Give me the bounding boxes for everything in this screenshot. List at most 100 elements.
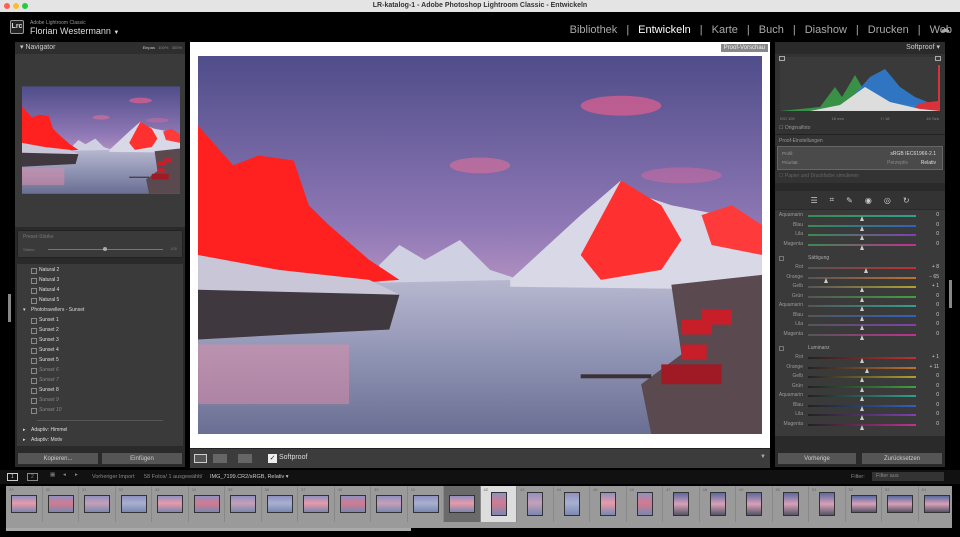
filmstrip-thumbnail[interactable]: 29 [6,486,43,522]
slider-track[interactable] [808,234,916,240]
slider-track[interactable] [808,224,916,231]
shadow-clipping-icon[interactable] [779,56,785,61]
module-karte[interactable]: Karte [712,24,738,36]
copy-button[interactable]: Kopieren... [17,452,99,465]
filmstrip-thumbnail[interactable]: 46 [627,486,663,522]
filmstrip-thumbnail[interactable]: 45 [590,486,627,522]
preset-item[interactable]: Sunset 3 [17,335,183,345]
module-drucken[interactable]: Drucken [868,24,909,36]
preset-item[interactable]: Sunset 4 [17,345,183,355]
luminance-section[interactable]: Luminanz [775,343,945,353]
preset-item[interactable]: Sunset 7 [17,375,183,385]
filmstrip-thumbnail[interactable]: 51 [809,486,846,522]
slider-magenta[interactable]: Magenta 0 [775,240,945,250]
saturation-section[interactable]: Sättigung [775,253,945,263]
preset-item[interactable]: Sunset 1 [17,315,183,325]
right-panel-scrollbar[interactable] [949,280,952,308]
preset-item[interactable]: Sunset 5 [17,355,183,365]
highlight-clipping-icon[interactable] [935,56,941,61]
filmstrip-thumbnail[interactable]: 47 [663,486,700,522]
profile-select[interactable]: sRGB IEC61966-2.1 [890,151,936,157]
reset-icon[interactable]: ↻ [903,196,910,205]
slider-track[interactable] [808,324,916,330]
slider-track[interactable] [808,414,916,420]
slider-rot[interactable]: Rot + 1 [775,353,945,363]
slider-value[interactable]: 0 [936,331,939,337]
filmstrip-thumbnail[interactable]: 50 [773,486,809,522]
slider-track[interactable] [808,295,916,302]
filmstrip-thumbnail[interactable]: 42 [480,486,517,522]
simulate-paper-checkbox[interactable]: ☐ Papier und Druckfarbe simulieren [775,170,945,183]
slider-value[interactable]: 0 [936,231,939,237]
slider-rot[interactable]: Rot + 8 [775,263,945,273]
before-after-split-icon[interactable] [238,454,252,463]
slider-track[interactable] [808,333,916,340]
slider-lila[interactable]: Lila 0 [775,230,945,240]
slider-track[interactable] [808,376,916,382]
slider-value[interactable]: 0 [936,222,939,228]
module-entwickeln[interactable]: Entwickeln [638,24,691,36]
slider-magenta[interactable]: Magenta 0 [775,330,945,340]
previous-button[interactable]: Vorherige [777,452,857,465]
slider-value[interactable]: 0 [936,312,939,318]
filmstrip-thumbnail[interactable]: 48 [700,486,736,522]
slider-value[interactable]: 0 [936,321,939,327]
preset-item[interactable]: Natural 3 [17,275,183,285]
intent-perceptual[interactable]: Perzeptiv [887,160,908,166]
slider-blau[interactable]: Blau 0 [775,311,945,321]
slider-grün[interactable]: Grün 0 [775,292,945,302]
preset-item[interactable]: Sunset 6 [17,365,183,375]
mask-icon[interactable]: ◎ [884,196,891,205]
softproof-header[interactable]: Softproof ▾ [775,42,945,54]
navigator-preview[interactable] [15,54,185,227]
redeye-icon[interactable]: ◉ [865,196,872,205]
source-label[interactable]: Vorheriger Import [92,474,135,480]
preset-group[interactable]: Adaptiv: Motiv [17,435,183,445]
preset-group[interactable]: Adaptiv: Himmel [17,425,183,435]
slider-thumb[interactable] [859,334,864,340]
slider-value[interactable]: 0 [936,383,939,389]
slider-aquamarin[interactable]: Aquamarin 0 [775,391,945,401]
crop-icon[interactable]: ⌗ [830,195,835,205]
heal-icon[interactable]: ✎ [846,196,853,205]
slider-blau[interactable]: Blau 0 [775,221,945,231]
module-bibliothek[interactable]: Bibliothek [570,24,618,36]
filmstrip-thumbnail[interactable]: 41 [444,486,481,522]
slider-value[interactable]: + 11 [930,364,940,370]
navigator-zoom-options[interactable]: Einpas 100% 300% [143,42,182,54]
preset-item[interactable]: Sunset 9 [17,395,183,405]
sliders-icon[interactable]: ☰ [810,196,817,205]
filmstrip-thumbnail[interactable]: 33 [152,486,189,522]
slider-lila[interactable]: Lila 0 [775,410,945,420]
slider-aquamarin[interactable]: Aquamarin 0 [775,301,945,311]
slider-track[interactable] [808,276,916,283]
softproof-checkbox[interactable]: ✓ [268,454,277,463]
slider-thumb[interactable] [859,244,864,250]
slider-track[interactable] [808,366,916,373]
file-info[interactable]: IMG_7199.CR2/sRGB, Relativ ▾ [210,474,289,480]
filmstrip-thumbnail[interactable]: 36 [262,486,298,522]
filmstrip-thumbnail[interactable]: 53 [882,486,919,522]
slider-value[interactable]: 0 [936,302,939,308]
filmstrip-thumbnail[interactable]: 32 [116,486,152,522]
slider-value[interactable]: 0 [936,392,939,398]
slider-lila[interactable]: Lila 0 [775,320,945,330]
filmstrip-thumbnail[interactable]: 34 [189,486,225,522]
slider-track[interactable] [808,267,916,273]
slider-value[interactable]: 0 [936,421,939,427]
filmstrip-thumbnail[interactable]: 30 [43,486,79,522]
loupe-view-icon[interactable] [194,454,207,463]
main-window-button[interactable]: 1 [7,473,18,481]
slider-blau[interactable]: Blau 0 [775,401,945,411]
slider-track[interactable] [808,357,916,363]
slider-value[interactable]: 0 [936,241,939,247]
filmstrip-thumbnail[interactable]: 39 [371,486,408,522]
slider-thumb[interactable] [859,424,864,430]
slider-track[interactable] [808,423,916,430]
original-photo-checkbox[interactable]: ☐ Originalfoto [779,125,810,131]
filmstrip-thumbnail[interactable]: 54 [919,486,953,522]
preset-item[interactable]: Natural 4 [17,285,183,295]
filter-select[interactable]: Filter aus [872,472,944,481]
back-arrow-icon[interactable]: ◂ [63,472,66,478]
filmstrip-thumbnail[interactable]: 49 [736,486,773,522]
